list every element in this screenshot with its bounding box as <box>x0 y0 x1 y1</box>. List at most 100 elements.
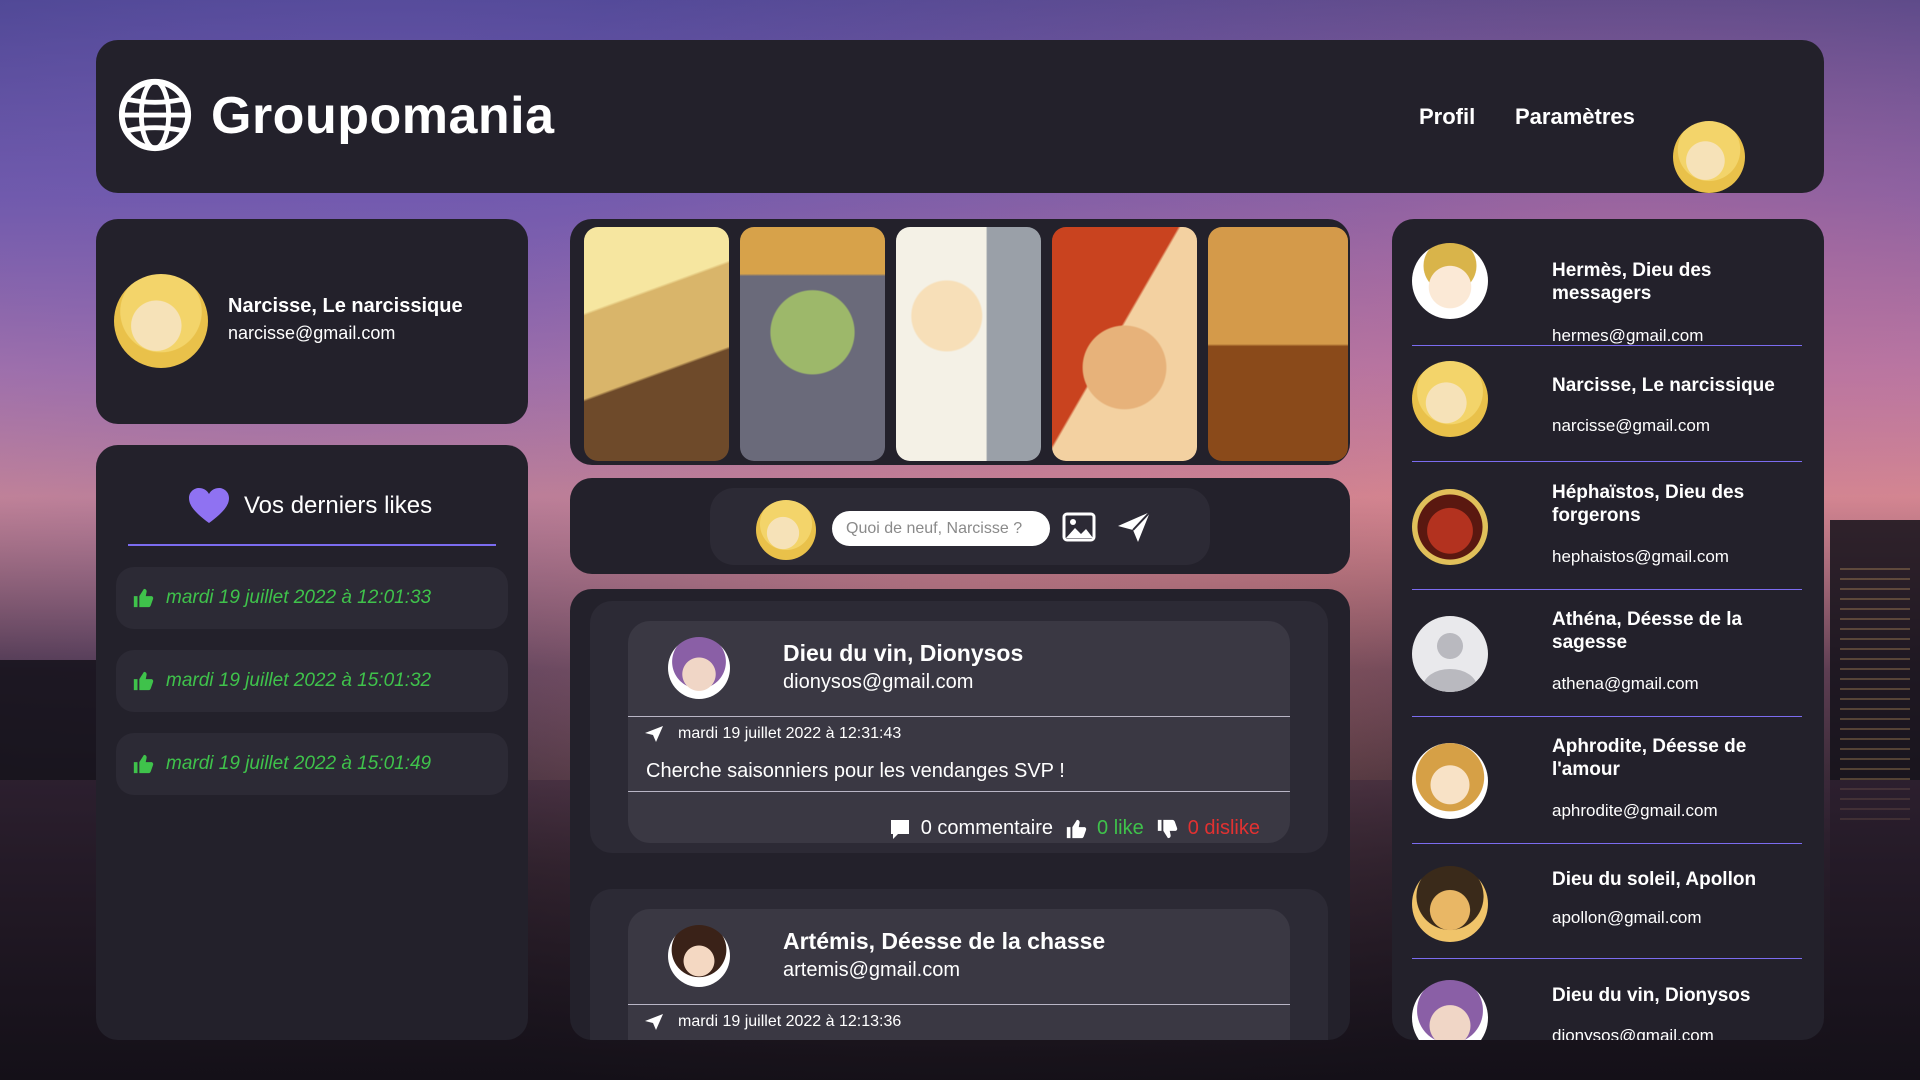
comment-button[interactable]: 0 commentaire <box>889 817 1053 840</box>
post-author-avatar[interactable] <box>668 637 730 699</box>
member-email: hephaistos@gmail.com <box>1552 547 1729 566</box>
image-upload-icon[interactable] <box>1062 512 1096 542</box>
member-divider <box>1412 589 1802 590</box>
new-post-input[interactable] <box>832 511 1050 546</box>
send-icon <box>645 1014 663 1030</box>
recent-likes-card: Vos derniers likes mardi 19 juillet 2022… <box>96 445 528 1040</box>
thumbs-down-icon <box>1157 819 1177 838</box>
post-author-email: artemis@gmail.com <box>783 959 961 981</box>
story-thumbnail[interactable] <box>584 227 729 461</box>
user-avatar[interactable] <box>1673 120 1745 193</box>
brand-title[interactable]: Groupomania <box>211 86 555 146</box>
member-avatar <box>1412 616 1488 692</box>
like-item[interactable]: mardi 19 juillet 2022 à 12:01:33 <box>116 567 508 629</box>
heart-icon <box>189 488 229 523</box>
member-email: dionysos@gmail.com <box>1552 1026 1714 1040</box>
member-item-narcisse[interactable]: Narcisse, Le narcissique narcisse@gmail.… <box>1412 361 1802 461</box>
globe-icon <box>118 78 192 152</box>
post-card: Dieu du vin, Dionysos dionysos@gmail.com… <box>590 601 1328 853</box>
post-meta: mardi 19 juillet 2022 à 12:31:43 <box>644 725 901 743</box>
post: Dieu du vin, Dionysos dionysos@gmail.com… <box>628 621 1290 843</box>
post-content-edge <box>628 791 1290 807</box>
story-thumbnail[interactable] <box>1052 227 1197 461</box>
member-avatar <box>1412 866 1488 942</box>
member-email: hermes@gmail.com <box>1552 326 1704 345</box>
member-name: Hermès, Dieu des messagers <box>1552 260 1712 304</box>
member-avatar <box>1412 361 1488 437</box>
member-email: apollon@gmail.com <box>1552 908 1702 927</box>
post-author[interactable]: Dieu du vin, Dionysos <box>783 640 1023 667</box>
post-author[interactable]: Artémis, Déesse de la chasse <box>783 928 1105 955</box>
story-thumbnail[interactable] <box>740 227 885 461</box>
like-item[interactable]: mardi 19 juillet 2022 à 15:01:49 <box>116 733 508 795</box>
default-avatar-head <box>1437 632 1463 659</box>
member-name: Narcisse, Le narcissique <box>1552 375 1775 396</box>
member-divider <box>1412 843 1802 844</box>
dislike-button[interactable]: 0 dislike <box>1156 817 1260 840</box>
member-avatar <box>1412 980 1488 1040</box>
thumbs-up-icon <box>1066 819 1087 838</box>
post-date: mardi 19 juillet 2022 à 12:31:43 <box>678 725 902 742</box>
like-date: mardi 19 juillet 2022 à 15:01:32 <box>166 670 432 691</box>
member-item-athena[interactable]: Athéna, Déesse de la sagesse athena@gmai… <box>1412 608 1802 708</box>
likes-divider <box>128 544 496 546</box>
post-content: Cherche saisonniers pour les vendanges S… <box>646 760 1065 782</box>
likes-count: 0 like <box>1097 817 1144 839</box>
post-actions: 0 commentaire 0 like 0 dislike <box>889 817 1260 840</box>
composer-avatar <box>756 500 816 560</box>
like-button[interactable]: 0 like <box>1065 817 1144 840</box>
recent-likes-title: Vos derniers likes <box>244 492 433 519</box>
member-avatar <box>1412 489 1488 565</box>
member-item-apollon[interactable]: Dieu du soleil, Apollon apollon@gmail.co… <box>1412 866 1802 966</box>
like-date: mardi 19 juillet 2022 à 15:01:49 <box>166 753 432 774</box>
member-item-hermes[interactable]: Hermès, Dieu des messagers hermes@gmail.… <box>1412 241 1802 345</box>
member-name: Athéna, Déesse de la sagesse <box>1552 609 1743 653</box>
send-icon[interactable] <box>1116 510 1152 544</box>
post-author-avatar[interactable] <box>668 925 730 987</box>
default-avatar-body <box>1423 669 1477 692</box>
like-item[interactable]: mardi 19 juillet 2022 à 15:01:32 <box>116 650 508 712</box>
comment-icon <box>890 819 909 839</box>
profile-card: Narcisse, Le narcissique narcisse@gmail.… <box>96 219 528 424</box>
member-email: athena@gmail.com <box>1552 674 1699 693</box>
member-name: Aphrodite, Déesse de l'amour <box>1552 736 1747 780</box>
member-divider <box>1412 345 1802 346</box>
member-email: narcisse@gmail.com <box>1552 416 1711 435</box>
member-item-hephaistos[interactable]: Héphaïstos, Dieu des forgerons hephaisto… <box>1412 481 1802 581</box>
post: Artémis, Déesse de la chasse artemis@gma… <box>628 909 1290 1040</box>
post-composer <box>710 488 1210 565</box>
post-date: mardi 19 juillet 2022 à 12:13:36 <box>678 1013 902 1030</box>
recent-likes-header: Vos derniers likes <box>188 487 432 525</box>
member-item-aphrodite[interactable]: Aphrodite, Déesse de l'amour aphrodite@g… <box>1412 735 1802 835</box>
member-divider <box>1412 958 1802 959</box>
member-name: Dieu du vin, Dionysos <box>1552 985 1751 1006</box>
post-divider <box>628 1004 1290 1005</box>
thumbs-up-icon <box>133 671 154 691</box>
nav-parametres-link[interactable]: Paramètres <box>1515 104 1635 130</box>
post-meta: mardi 19 juillet 2022 à 12:13:36 <box>644 1013 901 1031</box>
profile-email: narcisse@gmail.com <box>228 323 396 343</box>
nav-profil-link[interactable]: Profil <box>1419 104 1475 130</box>
post-card: Artémis, Déesse de la chasse artemis@gma… <box>590 889 1328 1040</box>
posts-feed: Dieu du vin, Dionysos dionysos@gmail.com… <box>570 589 1350 1040</box>
stories-strip <box>570 219 1350 465</box>
top-header: Groupomania Profil Paramètres <box>96 40 1824 193</box>
member-avatar <box>1412 743 1488 819</box>
comments-count: 0 commentaire <box>920 817 1054 839</box>
member-divider <box>1412 461 1802 462</box>
member-name: Héphaïstos, Dieu des forgerons <box>1552 482 1745 526</box>
post-author-email: dionysos@gmail.com <box>783 671 974 693</box>
story-thumbnail[interactable] <box>896 227 1041 461</box>
send-icon <box>645 726 663 742</box>
dislikes-count: 0 dislike <box>1187 817 1260 839</box>
composer-panel <box>570 478 1350 574</box>
member-avatar <box>1412 243 1488 319</box>
post-divider <box>628 716 1290 717</box>
like-date: mardi 19 juillet 2022 à 12:01:33 <box>166 587 432 608</box>
story-thumbnail[interactable] <box>1208 227 1348 461</box>
member-item-dionysos[interactable]: Dieu du vin, Dionysos dionysos@gmail.com <box>1412 980 1802 1040</box>
profile-name: Narcisse, Le narcissique <box>228 295 463 317</box>
member-name: Dieu du soleil, Apollon <box>1552 869 1757 890</box>
member-divider <box>1412 716 1802 717</box>
members-list: Hermès, Dieu des messagers hermes@gmail.… <box>1392 219 1824 1040</box>
